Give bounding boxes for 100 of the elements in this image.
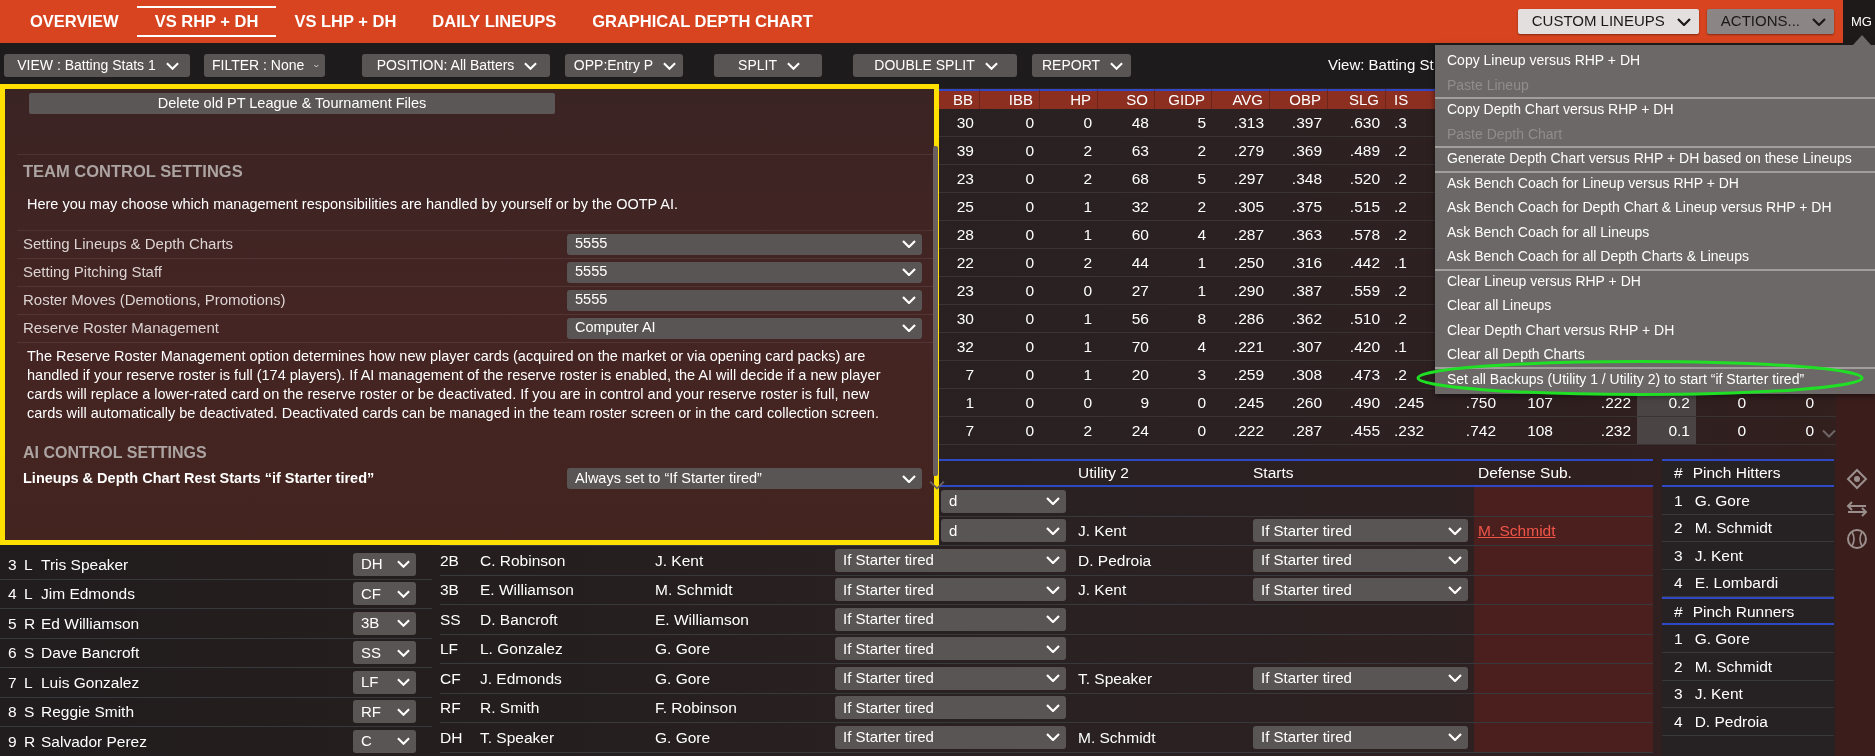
player-name[interactable]: D. Bancroft (480, 607, 558, 631)
player-name[interactable]: Jim Edmonds (41, 582, 353, 606)
setting-dropdown[interactable]: 5555 (567, 289, 922, 311)
nav-tab[interactable]: GRAPHICAL DEPTH CHART (574, 6, 831, 37)
starts-dropdown[interactable]: If Starter tired (1253, 548, 1468, 572)
player-name[interactable]: E. Williamson (480, 578, 574, 602)
starts-dropdown[interactable]: If Starter tired (835, 725, 1066, 749)
player-name[interactable]: J. Kent (1078, 519, 1127, 543)
player-name[interactable]: Salvador Perez (41, 729, 353, 753)
player-name[interactable]: T. Speaker (480, 725, 555, 749)
player-name[interactable]: G. Gore (1694, 488, 1750, 512)
position-dropdown[interactable]: C (353, 729, 416, 753)
menu-item[interactable]: Clear all Depth Charts (1435, 342, 1875, 367)
player-name[interactable]: J. Kent (1694, 682, 1743, 706)
player-name[interactable]: L. Gonzalez (480, 637, 563, 661)
player-name[interactable]: Reggie Smith (41, 700, 353, 724)
player-name[interactable]: F. Robinson (655, 696, 737, 720)
player-name[interactable]: Tris Speaker (41, 552, 353, 576)
nav-tab[interactable]: VS LHP + DH (276, 6, 415, 37)
starts-dropdown[interactable]: If Starter tired (1253, 519, 1468, 543)
menu-item[interactable]: Ask Bench Coach for all Lineups (1435, 219, 1875, 244)
player-name[interactable]: Dave Bancroft (41, 641, 353, 665)
menu-item[interactable]: Copy Depth Chart versus RHP + DH (1435, 97, 1875, 122)
starts-dropdown[interactable]: If Starter tired (835, 578, 1066, 602)
player-name[interactable]: D. Pedroia (1078, 548, 1152, 572)
baseball-icon[interactable] (1846, 528, 1868, 550)
player-name[interactable]: J. Kent (1078, 578, 1127, 602)
starts-dropdown[interactable]: If Starter tired (835, 696, 1066, 720)
toolbar-dropdown[interactable]: VIEW : Batting Stats 1 (4, 54, 190, 77)
column-header[interactable]: OBP (1270, 89, 1328, 109)
player-name[interactable]: M. Schmidt (655, 578, 733, 602)
setting-dropdown[interactable]: 5555 (567, 261, 922, 283)
player-name[interactable]: M. Schmidt (1694, 654, 1773, 678)
starts-dropdown[interactable]: d (941, 519, 1066, 543)
column-header[interactable]: IBB (980, 89, 1040, 109)
position-dropdown[interactable]: DH (353, 552, 416, 576)
column-header[interactable]: AVG (1212, 89, 1270, 109)
menu-item[interactable]: Clear all Lineups (1435, 293, 1875, 318)
toolbar-dropdown[interactable]: OPP:Entry P (565, 54, 683, 77)
column-header[interactable]: SO (1098, 89, 1155, 109)
starts-dropdown[interactable]: If Starter tired (1253, 666, 1468, 690)
dropdown-button[interactable]: ACTIONS... (1706, 9, 1834, 34)
player-name[interactable]: G. Gore (1694, 627, 1750, 651)
player-name[interactable]: D. Pedroia (1694, 709, 1768, 734)
starts-dropdown[interactable]: If Starter tired (835, 548, 1066, 572)
nav-tab[interactable]: OVERVIEW (12, 6, 137, 37)
player-name[interactable]: J. Kent (1694, 543, 1743, 568)
player-name[interactable]: M. Schmidt (1694, 516, 1773, 540)
column-header[interactable]: SLG (1328, 89, 1386, 109)
nav-tab[interactable]: DAILY LINEUPS (414, 6, 575, 37)
starts-dropdown[interactable]: d (941, 489, 1066, 513)
player-name[interactable]: R. Smith (480, 696, 540, 720)
starts-dropdown[interactable]: If Starter tired (835, 607, 1066, 631)
player-name[interactable]: C. Robinson (480, 548, 566, 572)
toolbar-dropdown[interactable]: POSITION: All Batters (362, 54, 550, 77)
player-name[interactable]: Luis Gonzalez (41, 670, 353, 694)
position-dropdown[interactable]: RF (353, 700, 416, 724)
player-name[interactable]: G. Gore (655, 637, 711, 661)
scroll-down-icon[interactable] (929, 480, 945, 490)
position-dropdown[interactable]: LF (353, 670, 416, 694)
player-name[interactable]: G. Gore (655, 725, 711, 749)
toolbar-dropdown[interactable]: SPLIT (714, 54, 822, 77)
setting-dropdown[interactable]: 5555 (567, 233, 922, 255)
delete-button[interactable]: Delete old PT League & Tournament Files (29, 93, 555, 114)
player-name[interactable]: J. Edmonds (480, 666, 562, 690)
starts-dropdown[interactable]: If Starter tired (835, 666, 1066, 690)
table-cell-text: .348 (1290, 169, 1323, 189)
swap-icon[interactable] (1846, 500, 1868, 518)
scrollbar[interactable] (933, 146, 938, 476)
toolbar-dropdown[interactable]: FILTER : None (204, 54, 325, 77)
position-dropdown[interactable]: SS (353, 641, 416, 665)
starts-dropdown[interactable]: If Starter tired (1253, 725, 1468, 749)
position-dropdown[interactable]: 3B (353, 611, 416, 635)
dropdown-button[interactable]: CUSTOM LINEUPS (1517, 9, 1699, 34)
player-name[interactable]: J. Kent (655, 548, 704, 572)
menu-item[interactable]: Set all Backups (Utility 1 / Utility 2) to start “if Starter tired” (1435, 366, 1875, 391)
setting-dropdown[interactable]: Always set to “If Starter tired” (567, 468, 922, 489)
toolbar-dropdown[interactable]: DOUBLE SPLIT (853, 54, 1017, 77)
menu-item[interactable]: Ask Bench Coach for Lineup versus RHP + DH (1435, 170, 1875, 195)
position-dropdown[interactable]: CF (353, 582, 416, 606)
setting-dropdown[interactable]: Computer AI (567, 317, 922, 339)
menu-item[interactable]: Clear Depth Chart versus RHP + DH (1435, 317, 1875, 342)
player-link[interactable]: M. Schmidt (1478, 519, 1556, 543)
toolbar-dropdown[interactable]: REPORT (1032, 54, 1131, 77)
menu-item[interactable]: Ask Bench Coach for all Depth Charts & Lineups (1435, 244, 1875, 269)
player-name[interactable]: T. Speaker (1078, 666, 1153, 690)
menu-item[interactable]: Generate Depth Chart versus RHP + DH based on these Lineups (1435, 146, 1875, 171)
player-name[interactable]: M. Schmidt (1078, 725, 1156, 749)
menu-item[interactable]: Copy Lineup versus RHP + DH (1435, 48, 1875, 73)
column-header[interactable]: HP (1040, 89, 1098, 109)
player-name[interactable]: E. Williamson (655, 607, 749, 631)
player-name[interactable]: G. Gore (655, 666, 711, 690)
starts-dropdown[interactable]: If Starter tired (835, 637, 1066, 661)
menu-item[interactable]: Ask Bench Coach for Depth Chart & Lineup versus RHP + DH (1435, 195, 1875, 220)
nav-tab[interactable]: VS RHP + DH (136, 6, 277, 37)
starts-dropdown[interactable]: If Starter tired (1253, 578, 1468, 602)
column-header[interactable]: GIDP (1155, 89, 1212, 109)
menu-item[interactable]: Clear Lineup versus RHP + DH (1435, 268, 1875, 293)
player-name[interactable]: Ed Williamson (41, 611, 353, 635)
player-name[interactable]: E. Lombardi (1694, 571, 1779, 595)
